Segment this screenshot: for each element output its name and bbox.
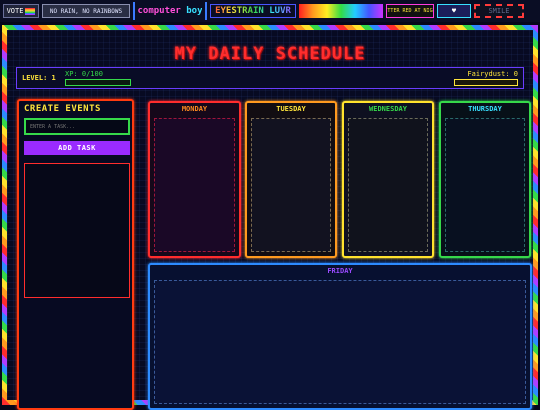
day-column-monday: MONDAY [148,101,241,258]
badge-computer-text: computer [138,6,181,16]
day-column-thursday: THURSDAY [439,101,531,258]
day-heading-monday: MONDAY [181,105,208,113]
day-column-wednesday: WEDNESDAY [342,101,434,258]
fairydust-progress-bar [454,79,518,86]
computer-boy-badge: computer boy [138,4,202,18]
xp-progress-bar [65,79,131,86]
vote-badge: VOTE [3,4,39,18]
drop-zone-friday[interactable] [154,280,526,404]
level-label: LEVEL: 1 [22,74,56,82]
app-frame: MY DAILY SCHEDULE LEVEL: 1 XP: 0/100 Fai… [2,25,538,410]
add-task-button[interactable]: ADD TASK [24,141,130,155]
no-rain-badge: NO RAIN, NO RAINBOWS [42,4,130,18]
day-column-friday: FRIDAY [148,263,532,410]
divider [205,2,207,20]
task-input[interactable] [24,118,130,135]
day-heading-tuesday: TUESDAY [276,105,306,113]
status-bar: LEVEL: 1 XP: 0/100 Fairydust: 0 [16,67,524,89]
drop-zone-wednesday[interactable] [348,118,428,252]
create-events-panel: CREATE EVENTS ADD TASK [17,99,134,410]
fairydust-label: Fairydust: 0 [467,70,518,78]
banner-strip: VOTE NO RAIN, NO RAINBOWS computer boy E… [0,0,540,22]
rainbow-flag-icon [25,7,36,15]
day-heading-wednesday: WEDNESDAY [369,105,407,113]
create-events-heading: CREATE EVENTS [24,104,101,114]
drop-zone-monday[interactable] [154,118,235,252]
divider [133,2,135,20]
day-heading-thursday: THURSDAY [468,105,502,113]
day-column-tuesday: TUESDAY [245,101,337,258]
smile-badge: SMILE [474,4,524,18]
better-red-badge: BETTER RED AT NIGHT [386,4,434,18]
heart-icon: ♥ [451,7,457,15]
badge-vote-text: VOTE [6,7,24,15]
xp-label: XP: 0/100 [65,70,103,78]
rainbow-badge [299,4,383,18]
day-heading-friday: FRIDAY [327,267,353,275]
task-list[interactable] [24,163,130,298]
drop-zone-tuesday[interactable] [251,118,331,252]
page-title: MY DAILY SCHEDULE [174,44,366,64]
pixel-badge: ♥ [437,4,471,18]
badge-boy-text: boy [186,6,202,16]
drop-zone-thursday[interactable] [445,118,525,252]
eyestrain-badge: EYESTRAIN LUVR [210,4,296,18]
